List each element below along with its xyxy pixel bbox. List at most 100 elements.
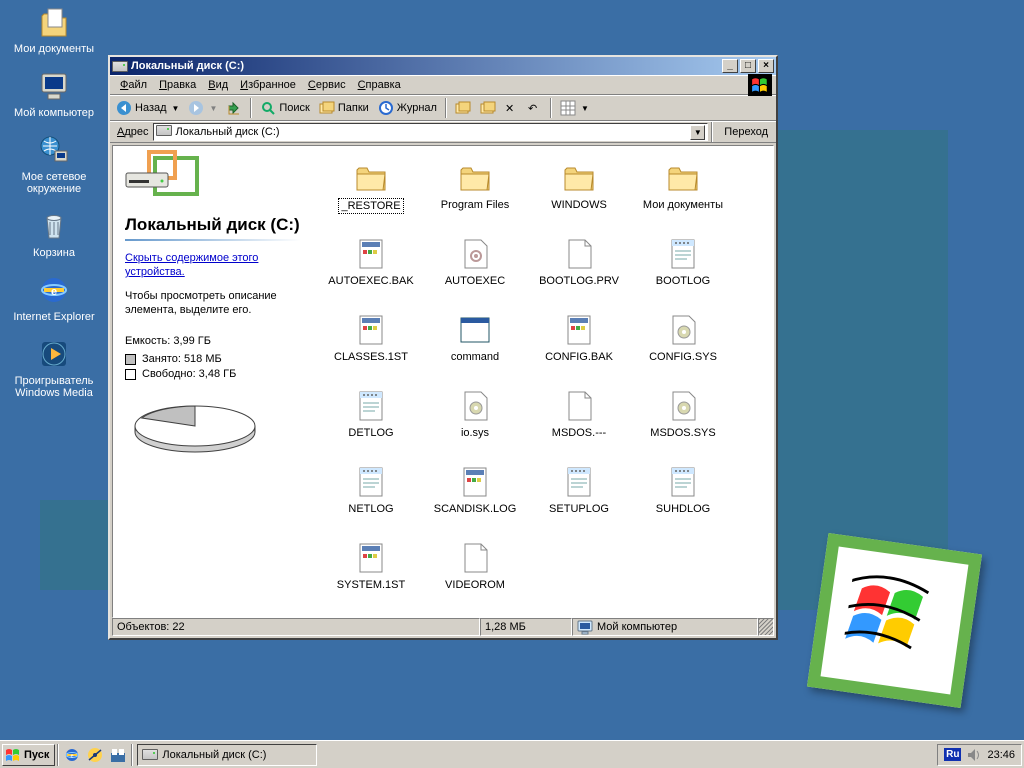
bak-icon xyxy=(355,314,387,346)
sys-icon xyxy=(667,390,699,422)
up-button[interactable] xyxy=(222,97,246,119)
maximize-button[interactable]: □ xyxy=(740,59,756,73)
file-item[interactable]: MSDOS.SYS xyxy=(631,390,735,466)
drive-glyph xyxy=(125,156,301,211)
copyto-button[interactable] xyxy=(476,97,500,119)
menubar: Файл Правка Вид Избранное Сервис Справка xyxy=(110,75,776,95)
desktop-icon-wmp[interactable]: Проигрыватель Windows Media xyxy=(6,338,102,400)
my-computer-icon xyxy=(38,70,70,102)
file-item[interactable]: BOOTLOG.PRV xyxy=(527,238,631,314)
file-icon xyxy=(563,390,595,422)
desktop-icon-my-documents[interactable]: Мои документы xyxy=(6,6,102,56)
folder-icon xyxy=(563,162,595,194)
file-item[interactable]: SETUPLOG xyxy=(527,466,631,542)
file-item[interactable]: _RESTORE xyxy=(319,162,423,238)
delete-button[interactable]: ✕ xyxy=(501,97,523,119)
txt-icon xyxy=(563,466,595,498)
file-label: BOOTLOG.PRV xyxy=(537,274,621,288)
folder-icon xyxy=(667,162,699,194)
file-item[interactable]: AUTOEXEC.BAK xyxy=(319,238,423,314)
ql-outlook[interactable] xyxy=(84,744,106,766)
chevron-down-icon[interactable]: ▼ xyxy=(690,125,705,140)
minimize-button[interactable]: _ xyxy=(722,59,738,73)
file-item[interactable]: SYSTEM.1ST xyxy=(319,542,423,617)
file-item[interactable]: io.sys xyxy=(423,390,527,466)
file-label: AUTOEXEC xyxy=(443,274,507,288)
history-button[interactable]: Журнал xyxy=(374,97,441,119)
file-item[interactable]: SUHDLOG xyxy=(631,466,735,542)
file-label: CLASSES.1ST xyxy=(332,350,410,364)
file-label: SCANDISK.LOG xyxy=(432,502,519,516)
menu-tools[interactable]: Сервис xyxy=(302,77,352,93)
titlebar[interactable]: Локальный диск (C:) _ □ × xyxy=(110,57,776,75)
file-item[interactable]: CONFIG.SYS xyxy=(631,314,735,390)
file-item[interactable]: CONFIG.BAK xyxy=(527,314,631,390)
info-pane: Локальный диск (C:) Скрыть содержимое эт… xyxy=(113,146,313,617)
file-item[interactable]: DETLOG xyxy=(319,390,423,466)
folder-icon xyxy=(355,162,387,194)
menu-file[interactable]: Файл xyxy=(114,77,153,93)
file-item[interactable]: BOOTLOG xyxy=(631,238,735,314)
file-label: SUHDLOG xyxy=(654,502,712,516)
menu-help[interactable]: Справка xyxy=(352,77,407,93)
usage-legend: Занято: 518 МБ Свободно: 3,48 ГБ xyxy=(125,353,301,380)
folder-icon xyxy=(459,162,491,194)
drive-title: Локальный диск (C:) xyxy=(125,215,301,235)
search-button[interactable]: Поиск xyxy=(256,97,313,119)
close-button[interactable]: × xyxy=(758,59,774,73)
taskbar-task-explorer[interactable]: Локальный диск (C:) xyxy=(137,744,317,766)
wmp-icon xyxy=(38,338,70,370)
views-button[interactable]: ▼ xyxy=(556,97,593,119)
file-item[interactable]: SCANDISK.LOG xyxy=(423,466,527,542)
resize-grip[interactable] xyxy=(758,618,774,636)
my-documents-icon xyxy=(38,6,70,38)
file-label: CONFIG.SYS xyxy=(647,350,719,364)
undo-button[interactable]: ↶ xyxy=(524,97,546,119)
file-item[interactable]: VIDEOROM xyxy=(423,542,527,617)
file-item[interactable]: CLASSES.1ST xyxy=(319,314,423,390)
file-item[interactable]: Program Files xyxy=(423,162,527,238)
lang-indicator[interactable]: Ru xyxy=(944,748,961,761)
moveto-button[interactable] xyxy=(451,97,475,119)
capacity-label: Емкость: 3,99 ГБ xyxy=(125,335,301,347)
txt-icon xyxy=(355,466,387,498)
forward-button[interactable]: ▼ xyxy=(184,97,221,119)
address-combobox[interactable]: Локальный диск (C:) ▼ xyxy=(153,123,709,141)
bak-icon xyxy=(355,542,387,574)
file-label: WINDOWS xyxy=(549,198,609,212)
file-label: _RESTORE xyxy=(338,198,403,214)
volume-icon[interactable] xyxy=(966,747,982,763)
file-item[interactable]: MSDOS.--- xyxy=(527,390,631,466)
file-item[interactable]: WINDOWS xyxy=(527,162,631,238)
status-size: 1,28 МБ xyxy=(480,618,572,636)
hide-contents-link[interactable]: Скрыть содержимое этого устройства. xyxy=(125,251,301,279)
desktop-icon-my-computer[interactable]: Мой компьютер xyxy=(6,70,102,120)
file-item[interactable]: Мои документы xyxy=(631,162,735,238)
file-label: MSDOS.--- xyxy=(550,426,608,440)
folders-button[interactable]: Папки xyxy=(315,97,373,119)
menu-edit[interactable]: Правка xyxy=(153,77,202,93)
quick-launch xyxy=(61,744,129,766)
file-item[interactable]: AUTOEXEC xyxy=(423,238,527,314)
bak-icon xyxy=(459,466,491,498)
ql-ie[interactable] xyxy=(61,744,83,766)
go-button[interactable]: Переход xyxy=(716,126,773,138)
start-button[interactable]: Пуск xyxy=(2,744,55,766)
back-button[interactable]: Назад▼ xyxy=(112,97,183,119)
desktop-icon-ie[interactable]: Internet Explorer xyxy=(6,274,102,324)
bak-icon xyxy=(355,238,387,270)
menu-view[interactable]: Вид xyxy=(202,77,234,93)
desktop-icon-recycle-bin[interactable]: Корзина xyxy=(6,210,102,260)
ql-show-desktop[interactable] xyxy=(107,744,129,766)
file-label: AUTOEXEC.BAK xyxy=(326,274,415,288)
winflag-icon xyxy=(748,74,772,96)
menu-fav[interactable]: Избранное xyxy=(234,77,302,93)
desktop-icon-network[interactable]: Мое сетевое окружение xyxy=(6,134,102,196)
file-label: DETLOG xyxy=(346,426,395,440)
file-item[interactable]: command xyxy=(423,314,527,390)
txt-icon xyxy=(667,238,699,270)
statusbar: Объектов: 22 1,28 МБ Мой компьютер xyxy=(112,618,774,636)
file-icon xyxy=(459,542,491,574)
file-label: CONFIG.BAK xyxy=(543,350,615,364)
file-item[interactable]: NETLOG xyxy=(319,466,423,542)
